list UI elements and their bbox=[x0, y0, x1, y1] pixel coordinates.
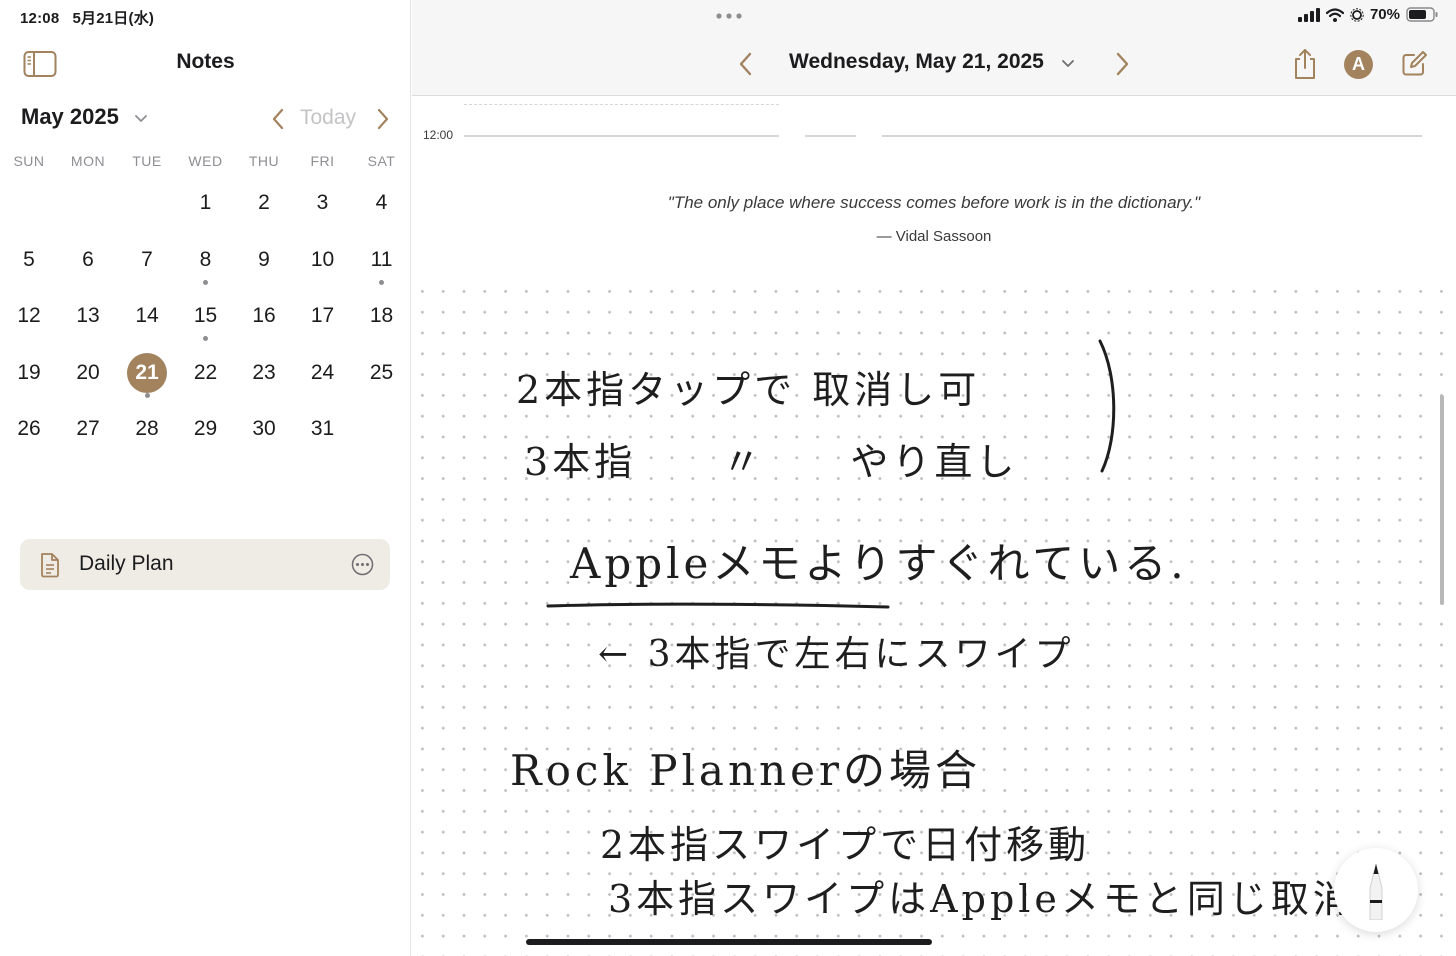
avatar[interactable]: A bbox=[1344, 50, 1373, 79]
home-indicator bbox=[526, 939, 932, 945]
handwriting-bracket bbox=[1098, 339, 1116, 473]
handwriting-line: 3本指 〃 やり直し bbox=[524, 440, 1019, 484]
calendar-day[interactable]: 16 bbox=[244, 296, 284, 336]
handwriting-line: Appleメモよりすぐれている. bbox=[570, 539, 1188, 588]
previous-day-chevron-icon[interactable] bbox=[734, 50, 756, 78]
calendar-day[interactable]: 10 bbox=[303, 240, 343, 280]
ellipsis-circle-icon[interactable] bbox=[351, 553, 374, 576]
calendar-day[interactable]: 23 bbox=[244, 353, 284, 393]
calendar-day[interactable]: 8 bbox=[186, 240, 226, 280]
calendar-day[interactable]: 13 bbox=[68, 296, 108, 336]
calendar-day[interactable]: 24 bbox=[303, 353, 343, 393]
status-indicators: 70% bbox=[1297, 6, 1438, 23]
date-picker[interactable]: Wednesday, May 21, 2025 bbox=[789, 50, 1044, 74]
scrollbar[interactable] bbox=[1440, 395, 1444, 605]
sidebar: 12:08 5月21日(水) Notes May 2025 Today SUN M… bbox=[0, 0, 411, 956]
wifi-icon bbox=[1325, 7, 1344, 22]
focus-icon bbox=[1350, 7, 1364, 22]
calendar-day[interactable]: 26 bbox=[9, 409, 49, 449]
calendar-day[interactable]: 6 bbox=[68, 240, 108, 280]
battery-icon bbox=[1406, 7, 1438, 22]
calendar-day[interactable]: 4 bbox=[362, 183, 402, 223]
calendar-day[interactable]: 2 bbox=[244, 183, 284, 223]
calendar-day[interactable]: 17 bbox=[303, 296, 343, 336]
calendar-day[interactable]: 27 bbox=[68, 409, 108, 449]
handwriting-line: 2本指スワイプで日付移動 bbox=[600, 823, 1091, 867]
calendar-day[interactable]: 29 bbox=[186, 409, 226, 449]
pencil-icon bbox=[1369, 863, 1383, 920]
calendar-grid: 1 2 3 4 5 6 7 8 9 10 11 12 13 14 15 16 17 18 19 20 21 22 23 24 2… bbox=[0, 0, 411, 460]
calendar-day[interactable]: 1 bbox=[186, 183, 226, 223]
calendar-day-selected[interactable]: 21 bbox=[127, 352, 167, 393]
compose-icon[interactable] bbox=[1400, 50, 1428, 78]
document-icon bbox=[41, 553, 59, 578]
calendar-day[interactable]: 28 bbox=[127, 409, 167, 449]
daily-plan-label: Daily Plan bbox=[79, 552, 174, 575]
calendar-day[interactable]: 18 bbox=[362, 296, 402, 336]
event-dot bbox=[203, 279, 208, 285]
calendar-day[interactable]: 5 bbox=[9, 240, 49, 280]
pencil-tool-button[interactable] bbox=[1334, 848, 1418, 932]
calendar-day[interactable]: 3 bbox=[303, 183, 343, 223]
handwriting-line: Rock Plannerの場合 bbox=[510, 746, 981, 795]
calendar-day[interactable]: 19 bbox=[9, 353, 49, 393]
calendar-day[interactable]: 11 bbox=[362, 240, 402, 280]
handwriting-line: 2本指タップで 取消し可 bbox=[516, 368, 981, 412]
calendar-day[interactable]: 30 bbox=[244, 409, 284, 449]
calendar-day[interactable]: 9 bbox=[244, 240, 284, 280]
event-dot bbox=[144, 392, 150, 398]
handwriting-underline bbox=[546, 602, 890, 609]
handwriting-line: ← 3本指で左右にスワイプ bbox=[598, 634, 1075, 675]
calendar-day[interactable]: 22 bbox=[186, 353, 226, 393]
calendar-day[interactable]: 15 bbox=[186, 296, 226, 336]
daily-plan-item[interactable]: Daily Plan bbox=[20, 539, 390, 590]
calendar-day[interactable]: 14 bbox=[127, 296, 167, 336]
note-pane: 70% Wednesday, May 21, 2025 A 12:00 "The… bbox=[412, 0, 1456, 956]
event-dot bbox=[379, 279, 384, 285]
cellular-signal-icon bbox=[1297, 7, 1320, 22]
calendar-day[interactable]: 20 bbox=[68, 353, 108, 393]
calendar-day[interactable]: 25 bbox=[362, 353, 402, 393]
multitasking-dots-icon[interactable] bbox=[714, 12, 744, 20]
handwritten-notes: 2本指タップで 取消し可 3本指 〃 やり直し Appleメモよりすぐれている.… bbox=[412, 97, 1456, 956]
handwriting-line: 3本指スワイプはAppleメモと同じ取消 bbox=[608, 877, 1355, 921]
chevron-down-icon[interactable] bbox=[1060, 56, 1076, 72]
share-icon[interactable] bbox=[1292, 47, 1318, 81]
calendar-day[interactable]: 31 bbox=[303, 409, 343, 449]
battery-percent: 70% bbox=[1369, 6, 1400, 23]
note-canvas[interactable]: 12:00 "The only place where success come… bbox=[412, 97, 1456, 956]
event-dot bbox=[203, 336, 208, 341]
next-day-chevron-icon[interactable] bbox=[1112, 50, 1134, 78]
calendar-day[interactable]: 12 bbox=[9, 296, 49, 336]
calendar-day[interactable]: 7 bbox=[127, 240, 167, 280]
note-header: 70% Wednesday, May 21, 2025 A bbox=[412, 0, 1456, 96]
